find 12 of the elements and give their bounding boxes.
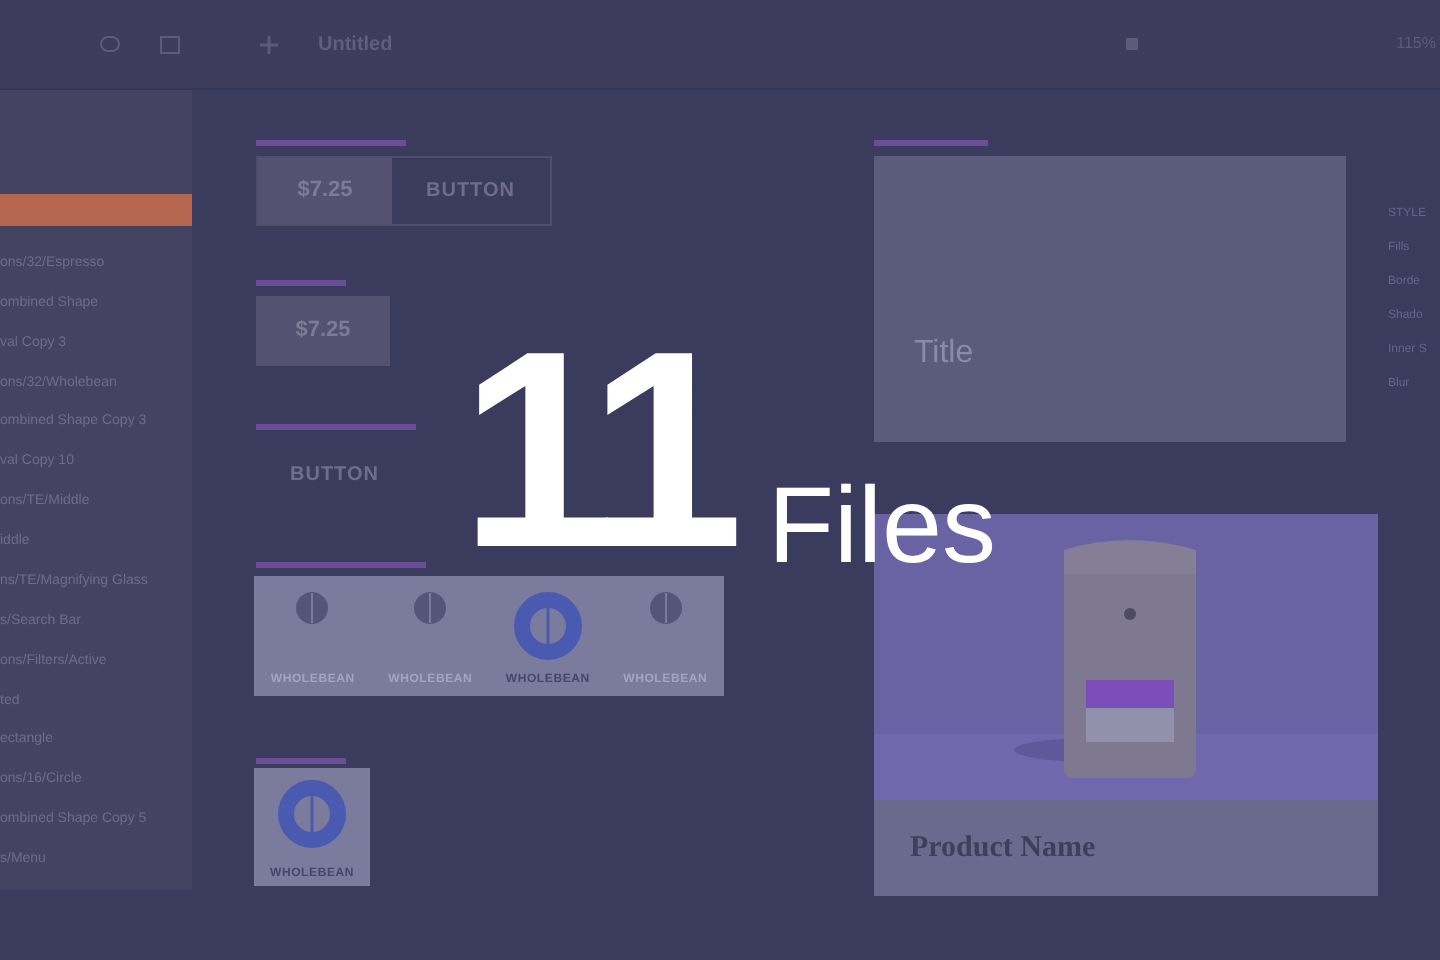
bean-icon bbox=[647, 590, 684, 626]
ring-icon bbox=[276, 778, 348, 850]
artboard-name-bar bbox=[874, 140, 988, 146]
plus-icon[interactable] bbox=[260, 35, 278, 53]
bean-icon bbox=[294, 590, 331, 626]
headline-word: Files bbox=[768, 468, 997, 584]
bean-icon bbox=[412, 590, 449, 626]
headline-number: 11 bbox=[460, 320, 735, 580]
artboard-name-bar bbox=[256, 758, 346, 764]
artboard-name-bar bbox=[256, 280, 346, 286]
ring-icon bbox=[511, 590, 584, 662]
layer-item[interactable] bbox=[0, 194, 192, 226]
